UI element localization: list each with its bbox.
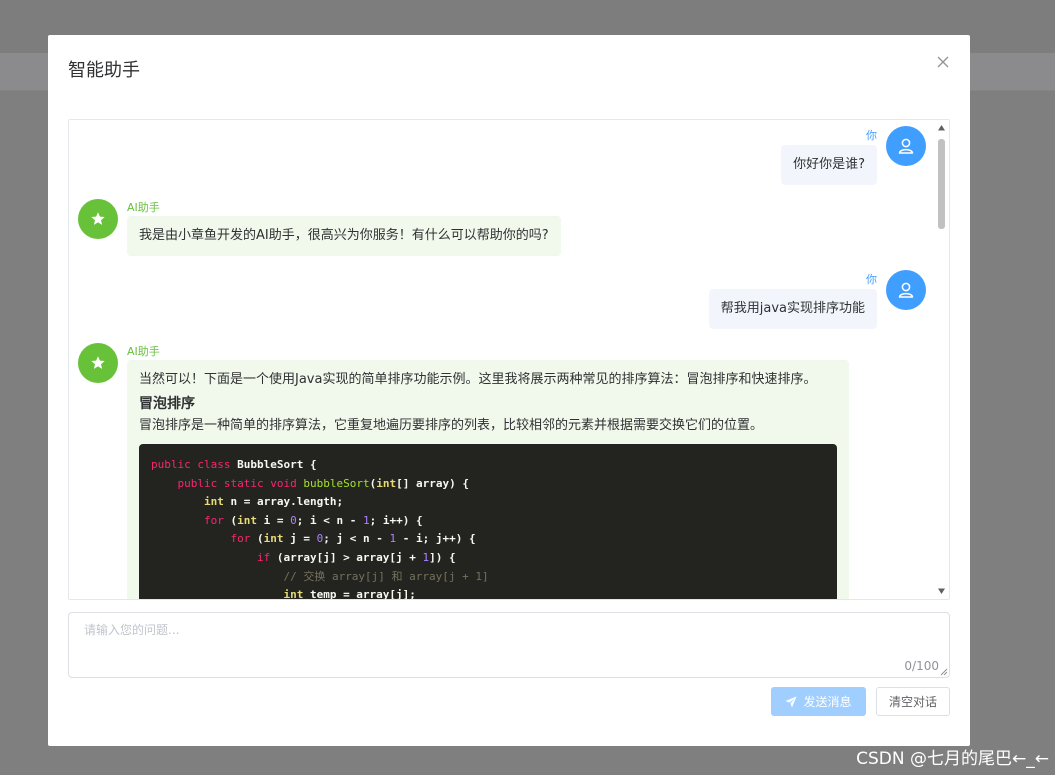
code-line: for (int i = 0; i < n - 1; i++) { [203,513,423,527]
code-line: if (array[j] > array[j + 1]) { [256,550,456,564]
watermark: CSDN @七月的尾巴←_← [856,749,1049,769]
chat-scrollbar[interactable] [934,120,949,599]
ai-avatar [78,199,118,239]
scroll-up-arrow-icon[interactable] [937,124,946,132]
message-description: 冒泡排序是一种简单的排序算法，它重复地遍历要排序的列表，比较相邻的元素并根据需要… [139,418,764,433]
chat-history[interactable]: 你 你好你是谁? AI助手 我是由小章鱼开发的AI助手，很高兴为你服务！有什么可… [68,119,950,600]
send-message-button[interactable]: 发送消息 [771,687,866,716]
code-line: public class BubbleSort { [151,458,317,471]
ai-avatar [78,343,118,383]
code-block[interactable]: public class BubbleSort { public static … [139,444,837,600]
user-icon [898,282,914,298]
scroll-down-arrow-icon[interactable] [937,587,946,595]
resize-grip-icon[interactable] [940,668,948,676]
user-avatar [886,126,926,166]
user-avatar [886,270,926,310]
ai-message-bubble: 当然可以！下面是一个使用Java实现的简单排序功能示例。这里我将展示两种常见的排… [127,360,849,600]
ai-message-bubble: 我是由小章鱼开发的AI助手，很高兴为你服务！有什么可以帮助你的吗? [127,216,561,256]
message-sender: AI助手 [127,345,160,358]
question-input[interactable] [69,613,949,677]
assistant-dialog: 智能助手 你 你好你是谁? AI助手 我是由小章鱼开发的AI助手，很高兴为你服务… [48,35,970,746]
user-message-bubble: 帮我用java实现排序功能 [708,289,877,329]
question-input-wrapper: 0/100 [68,612,950,678]
clear-button-label: 清空对话 [888,695,937,709]
send-button-label: 发送消息 [803,695,852,709]
code-line: int n = array.length; [203,495,344,509]
code-line: // 交换 array[j] 和 array[j + 1] [283,569,489,583]
message-heading: 冒泡排序 [139,396,195,412]
clear-conversation-button[interactable]: 清空对话 [876,687,950,716]
message-sender: 你 [866,129,877,142]
user-message-bubble: 你好你是谁? [781,145,877,185]
star-icon [91,212,105,225]
message-sender: 你 [866,273,877,286]
user-icon [898,138,914,154]
code-line: public static void bubbleSort(int[] arra… [177,476,469,490]
close-icon[interactable] [936,55,950,69]
dialog-title: 智能助手 [68,60,140,81]
message-intro: 当然可以！下面是一个使用Java实现的简单排序功能示例。这里我将展示两种常见的排… [139,372,817,387]
code-line: int temp = array[j]; [283,588,416,600]
star-icon [91,356,105,369]
message-sender: AI助手 [127,201,160,214]
send-icon [785,696,797,707]
scroll-thumb[interactable] [938,139,945,229]
word-count: 0/100 [904,659,939,673]
code-line: for (int j = 0; j < n - 1 - i; j++) { [230,532,476,546]
